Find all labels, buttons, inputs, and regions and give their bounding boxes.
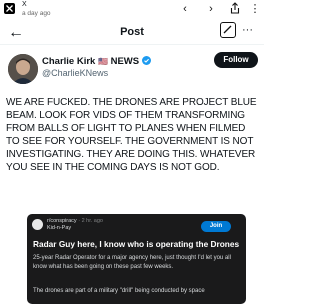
reddit-post-title[interactable]: Radar Guy here, I know who is operating … [33,239,243,249]
author-name[interactable]: Charlie Kirk 🇺🇸 NEWS [42,56,151,67]
reddit-post-body-more: The drones are part of a military "drill… [33,288,205,294]
header-divider [0,44,264,45]
more-vertical-icon[interactable]: ⋮ [248,2,262,16]
follow-button[interactable]: Follow [214,52,258,68]
post-text: WE ARE FUCKED. THE DRONES ARE PROJECT BL… [6,97,257,173]
reddit-embed-card[interactable]: r/conspiracy · 2 hr. ago Kid-n-Pay Join … [27,214,246,304]
share-icon[interactable] [228,2,242,18]
author-handle[interactable]: @CharlieKNews [42,68,108,78]
us-flag-icon: 🇺🇸 [97,57,108,66]
compose-icon[interactable] [220,22,236,38]
x-logo-icon [4,3,15,14]
avatar[interactable] [8,54,38,84]
subreddit-icon [32,219,43,230]
post-time: 2 hr. ago [81,218,103,224]
site-title: X [22,1,27,8]
browser-chrome: X a day ago ‹ › ⋮ [0,0,264,22]
news-label: NEWS [110,56,140,67]
site-subtitle: a day ago [22,10,51,17]
subreddit-name[interactable]: r/conspiracy [47,218,77,224]
author-name-text: Charlie Kirk [42,56,96,67]
more-options-icon[interactable]: ··· [242,24,253,36]
verified-badge-icon [141,56,151,67]
browser-forward-icon[interactable]: › [204,2,218,16]
subreddit-line: r/conspiracy · 2 hr. ago [47,218,103,224]
reddit-post-body: 25-year Radar Operator for a major agenc… [33,255,231,270]
reddit-username[interactable]: Kid-n-Pay [47,225,71,231]
browser-back-icon[interactable]: ‹ [178,2,192,16]
join-button[interactable]: Join [201,221,231,232]
